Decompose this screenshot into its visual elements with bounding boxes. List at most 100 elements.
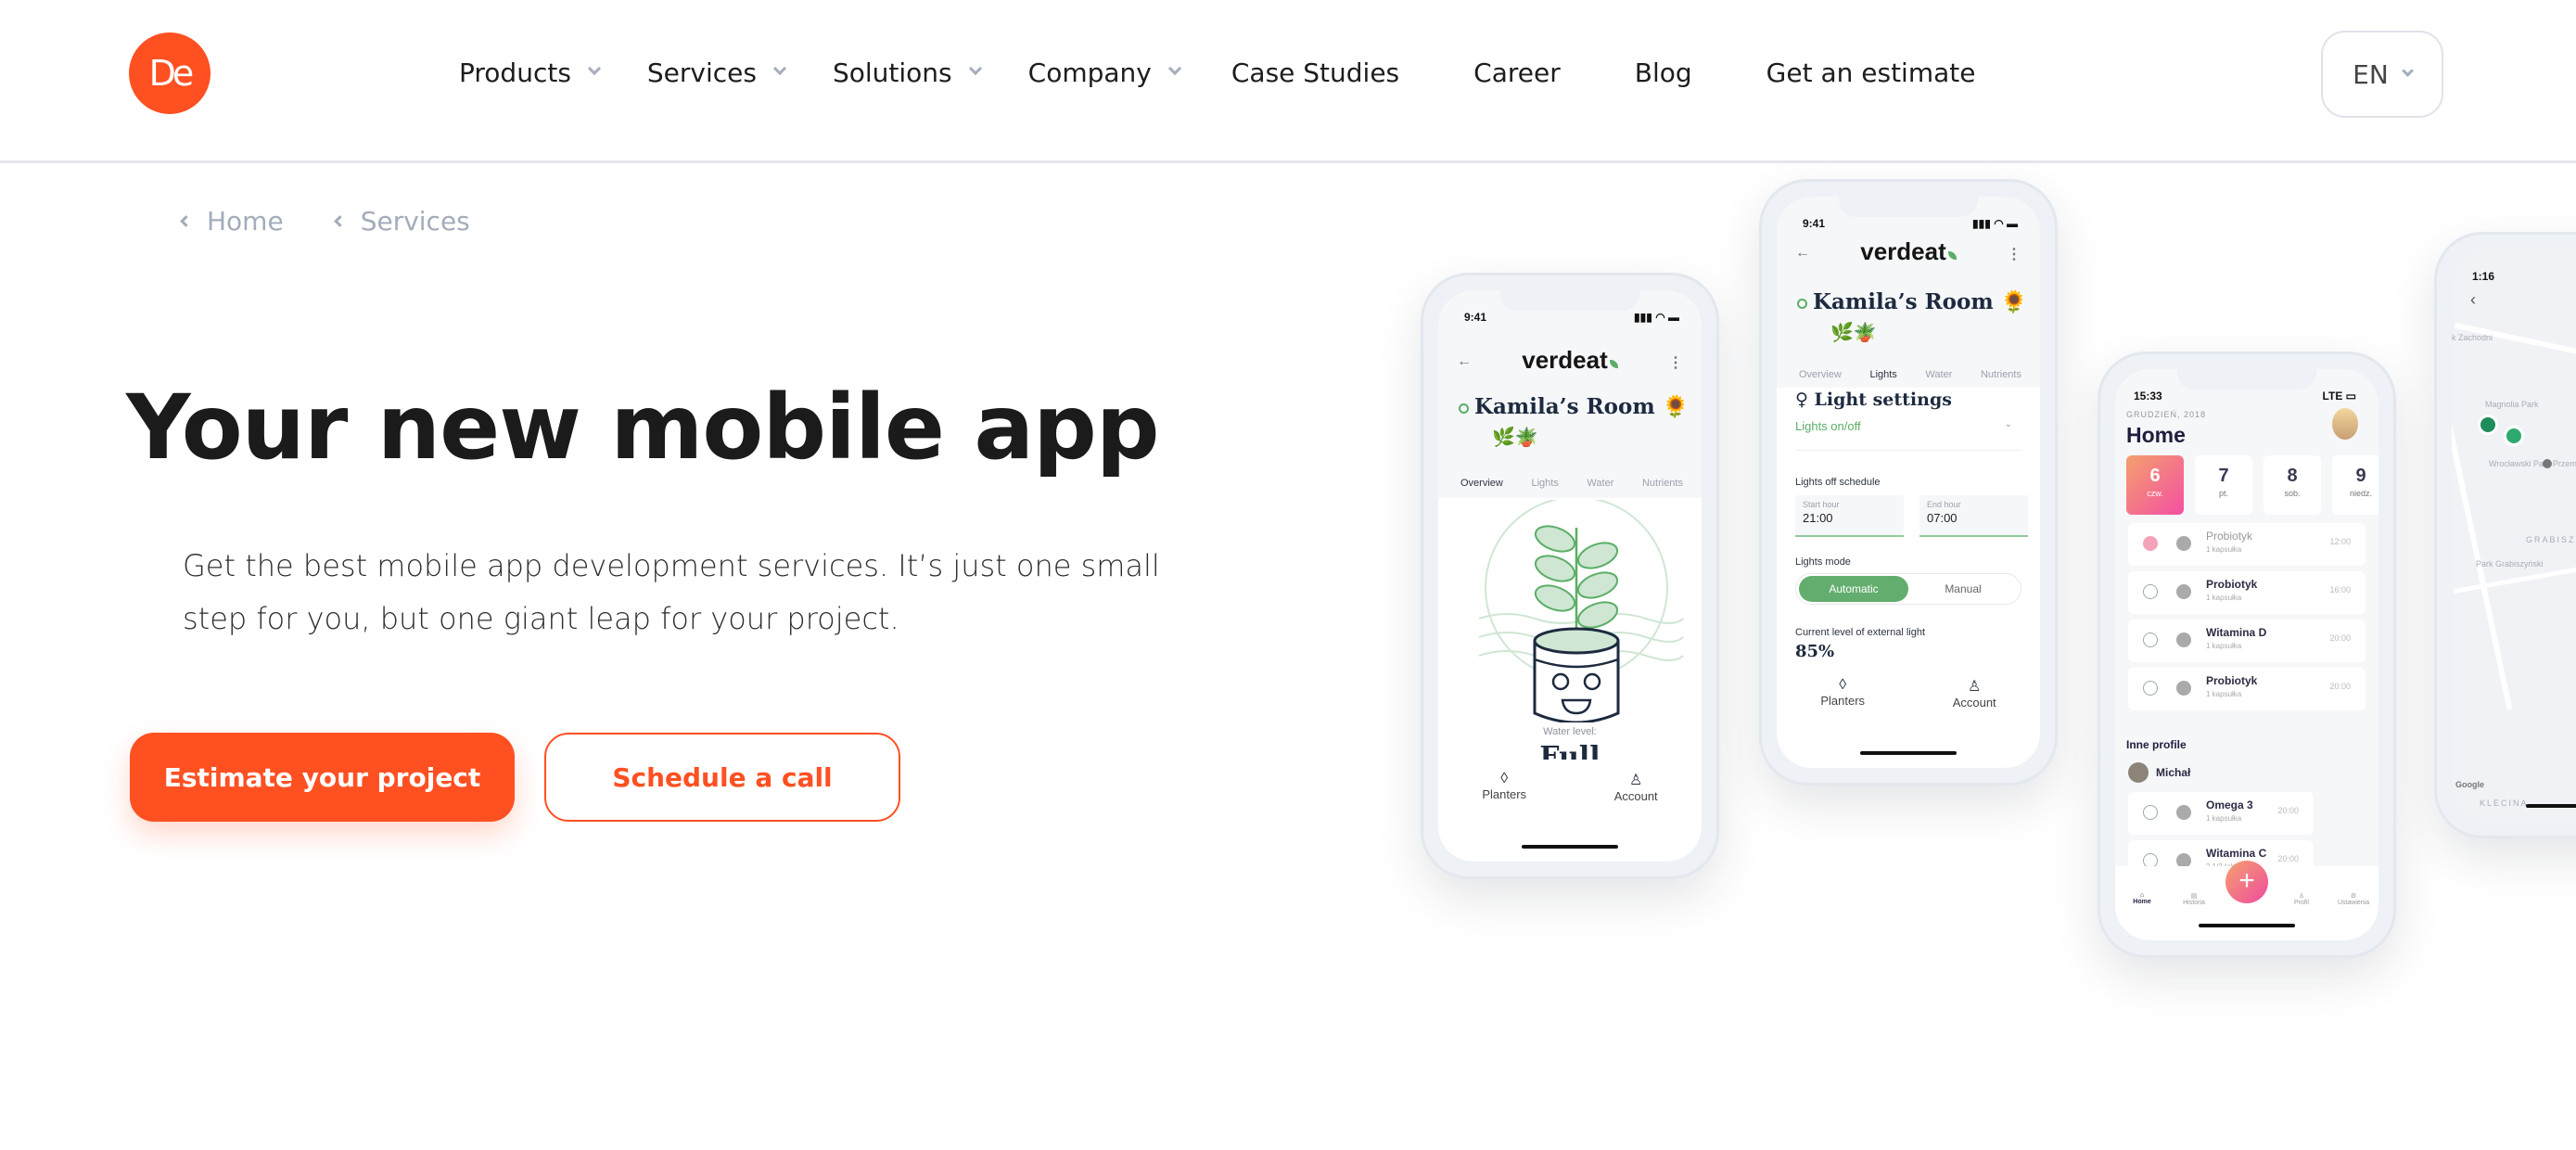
hero-subtitle: Get the best mobile app development serv… [183,548,1160,636]
nav-item-case-studies[interactable]: Case Studies [1231,58,1399,88]
nav-item-get-estimate[interactable]: Get an estimate [1766,58,1976,88]
room-title: Kamila’s Room 🌻 [1797,289,2027,314]
nav-planters[interactable]: ◊ Planters [1482,771,1526,862]
chevron-down-icon [968,61,982,76]
avatar[interactable] [2332,408,2358,440]
schedule-call-button[interactable]: Schedule a call [544,733,900,822]
back-chevron-icon[interactable]: ‹ [2470,290,2476,310]
language-selector[interactable]: EN [2321,31,2443,118]
day-item[interactable]: 8 sob. [2264,455,2321,515]
med-name: Omega 3 [2206,799,2253,811]
month-label: GRUDZIEŃ, 2018 [2126,410,2207,419]
nav-item-services[interactable]: Services [647,58,787,88]
section-title: Light settings [1814,390,1952,410]
status-dot-icon [1459,402,1469,414]
profile-avatar[interactable] [2128,762,2149,783]
lights-toggle-dropdown[interactable]: Lights on/off ⌄ [1795,419,2021,451]
med-time: 20:00 [2277,854,2299,863]
hero-title: Your new mobile app [126,376,1160,479]
med-qty: 1 kapsułka [2206,690,2242,698]
nav-label: Get an estimate [1766,57,1976,88]
map-pin-tire-icon[interactable] [2504,426,2524,446]
check-icon[interactable] [2143,584,2158,599]
toggle-label: Lights on/off [1795,419,1861,433]
nav-account[interactable]: ♙ Account [1614,771,1658,862]
nav-home[interactable]: ⌂ Home [2119,892,2165,905]
leaf-icon: ◊ [1839,677,1847,693]
med-item[interactable]: Omega 3 1 kapsułka 20:00 [2128,792,2314,835]
day-item[interactable]: 6 czw. [2126,455,2184,515]
tab-lights[interactable]: Lights [1869,369,1896,380]
chevron-down-icon [1167,61,1181,76]
breadcrumb-home[interactable]: Home [180,206,284,236]
day-item[interactable]: 7 pt. [2195,455,2252,515]
status-dot-icon [1797,298,1807,309]
med-name: Witamina C [2206,847,2267,860]
breadcrumb-label: Services [360,206,470,236]
leaf-icon [1609,360,1618,368]
check-icon[interactable] [2143,536,2158,551]
med-item[interactable]: Witamina D 1 kapsułka 20:00 [2128,620,2366,662]
med-item[interactable]: Probiotyk 1 kapsułka 20:00 [2128,668,2366,710]
mode-manual[interactable]: Manual [1908,576,2018,602]
chevron-down-icon [2401,64,2414,77]
nav-label: Account [1613,789,1658,803]
start-hour-field[interactable]: Start hour 21:00 [1795,495,1904,537]
day-name: czw. [2147,489,2163,498]
tab-water[interactable]: Water [1587,478,1613,489]
nav-item-company[interactable]: Company [1028,58,1181,88]
check-icon[interactable] [2143,805,2158,820]
nav-item-blog[interactable]: Blog [1635,58,1692,88]
breadcrumb: Home Services [180,206,522,236]
field-label: End hour [1927,500,1961,509]
site-header: De Products Services Solutions Company C… [0,0,2576,163]
more-menu-icon[interactable]: ⋮ [1668,353,1683,372]
capsule-icon [2173,532,2195,555]
med-time: 20:00 [2329,682,2351,691]
nav-account[interactable]: ♙ Account [1953,677,1996,768]
nav-profil[interactable]: ♙ Profil [2278,892,2325,906]
nav-historia[interactable]: ▤ Historia [2171,892,2217,906]
estimate-project-button[interactable]: Estimate your project [130,733,515,822]
nav-label: Planters [1482,787,1527,801]
med-item[interactable]: Probiotyk 1 kapsułka 16:00 [2128,571,2366,614]
med-name: Witamina D [2206,626,2267,639]
capsule-icon [2173,677,2195,699]
nav-ustawienia[interactable]: ⚙ Ustawienia [2330,892,2377,906]
check-icon[interactable] [2143,632,2158,647]
logo[interactable]: De [129,32,210,114]
tab-nutrients[interactable]: Nutrients [1981,369,2021,380]
med-item[interactable]: Probiotyk 1 kapsułka 12:00 [2128,523,2366,566]
mode-automatic[interactable]: Automatic [1799,576,1908,602]
med-time: 20:00 [2329,633,2351,643]
language-label: EN [2353,58,2389,90]
map-pin-service-icon[interactable] [2478,415,2498,435]
day-item[interactable]: 9 niedz. [2332,455,2378,515]
more-menu-icon[interactable]: ⋮ [2007,245,2021,263]
breadcrumb-services[interactable]: Services [333,206,470,236]
add-button[interactable]: + [2225,861,2268,903]
map-view[interactable]: k Zachodni Magnolia Park Wrocławski Park… [2452,249,2576,821]
nav-item-products[interactable]: Products [459,58,601,88]
tab-overview[interactable]: Overview [1799,369,1842,380]
tab-nutrients[interactable]: Nutrients [1642,478,1683,489]
google-logo: Google [2455,780,2484,789]
main-nav: Products Services Solutions Company Case… [459,54,1975,91]
nav-planters[interactable]: ◊ Planters [1820,677,1865,768]
chevron-down-icon [772,61,787,76]
nav-item-solutions[interactable]: Solutions [833,58,982,88]
nav-label: Career [1473,57,1561,88]
end-hour-field[interactable]: End hour 07:00 [1919,495,2028,537]
lights-mode-toggle: Automatic Manual [1795,573,2021,605]
tab-water[interactable]: Water [1925,369,1952,380]
plant-pot-illustration [1478,500,1684,722]
day-number: 7 [2218,466,2229,486]
tab-lights[interactable]: Lights [1531,478,1558,489]
external-light-label: Current level of external light [1795,627,1926,638]
tab-overview[interactable]: Overview [1460,478,1503,489]
home-indicator [1522,845,1618,849]
phone-screen: 15:33 LTE ▭ GRUDZIEŃ, 2018 Home 6 czw. 7 p… [2115,369,2378,940]
check-icon[interactable] [2143,681,2158,696]
nav-item-career[interactable]: Career [1473,58,1561,88]
mode-label: Lights mode [1795,556,1851,568]
